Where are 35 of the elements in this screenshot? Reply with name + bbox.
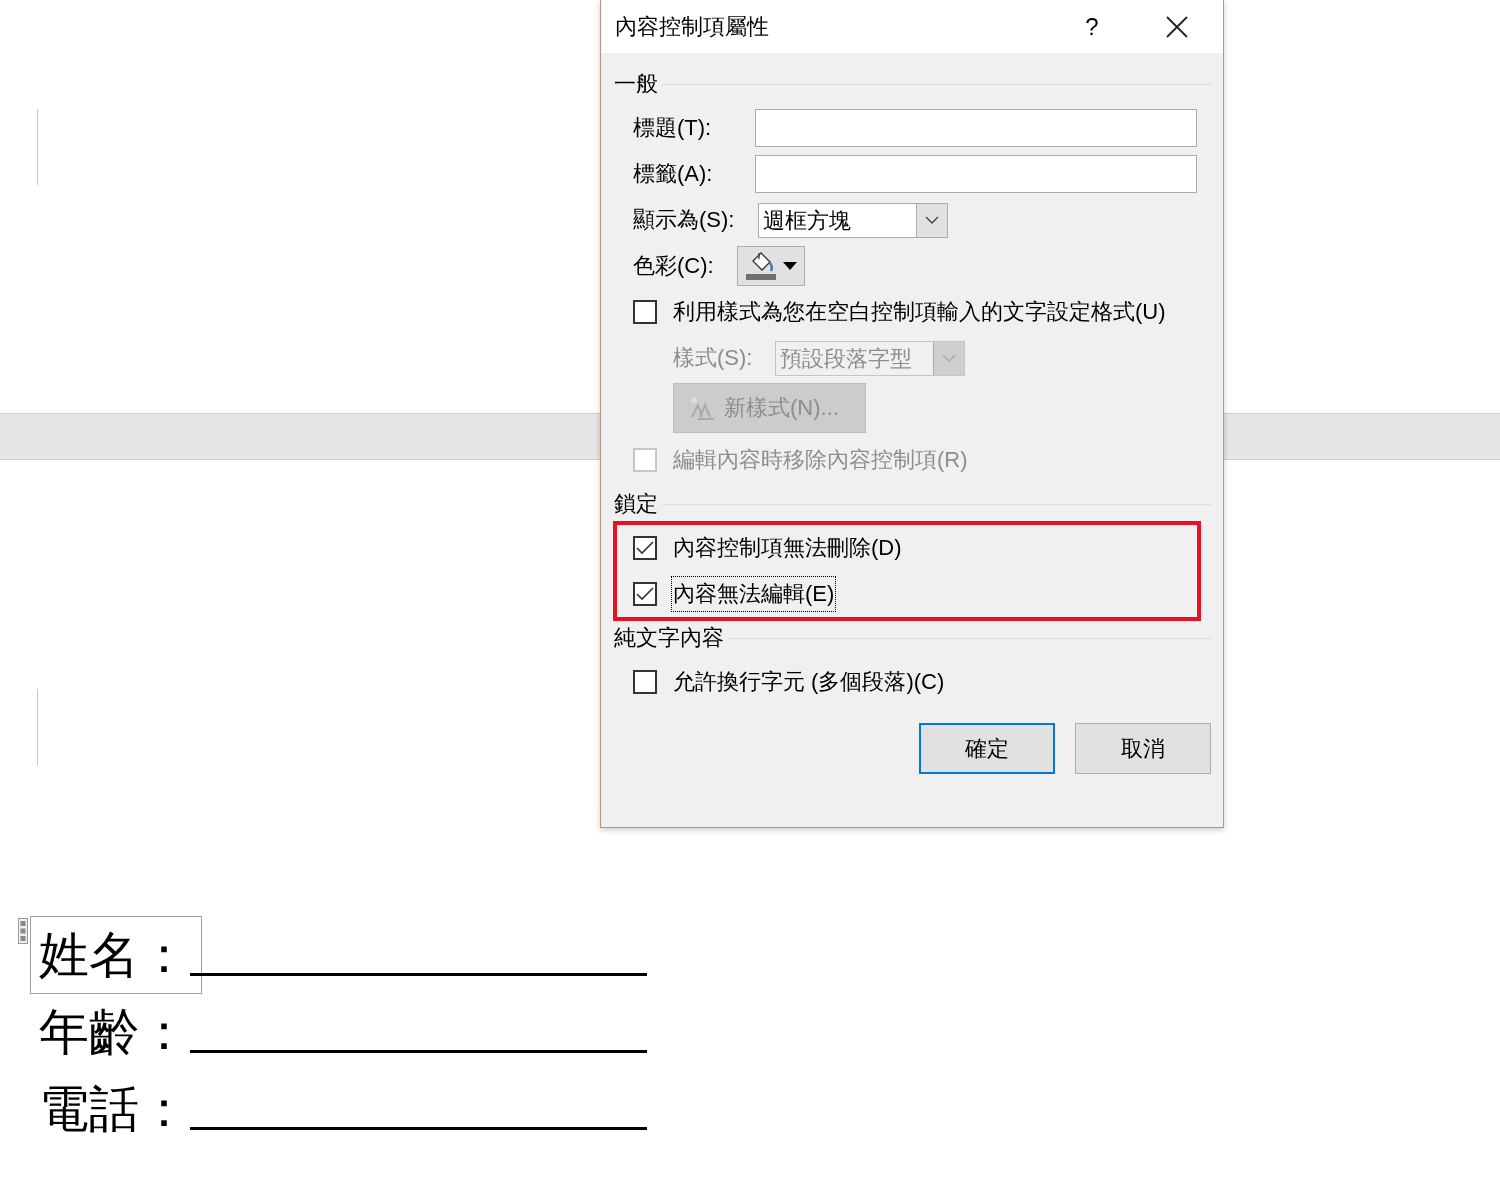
- checkbox[interactable]: [633, 536, 657, 560]
- new-style-icon: [688, 395, 716, 421]
- checkbox-label: 內容無法編輯(E): [671, 576, 837, 612]
- dropdown[interactable]: 週框方塊: [758, 202, 948, 238]
- dialog-button[interactable]: 取消: [1075, 723, 1211, 774]
- section-title: 鎖定: [614, 490, 658, 518]
- checkbox[interactable]: [633, 670, 657, 694]
- section-title: 純文字內容: [614, 624, 724, 652]
- drag-handle-icon[interactable]: [18, 918, 28, 944]
- field-label: 標題(T):: [633, 114, 713, 142]
- input-field[interactable]: [754, 155, 1197, 193]
- checkbox[interactable]: [633, 582, 657, 606]
- section-title: 一般: [614, 70, 658, 98]
- chevron-down-icon: [925, 216, 939, 224]
- checkbox-label: 編輯內容時移除內容控制項(R): [672, 446, 969, 474]
- field-label: 樣式(S):: [673, 344, 754, 372]
- field-label: 色彩(C):: [633, 252, 715, 280]
- checkbox-label: 允許換行字元 (多個段落)(C): [672, 668, 946, 696]
- checkbox-label: 利用樣式為您在空白控制項輸入的文字設定格式(U): [672, 298, 1167, 326]
- paint-bucket-icon: [745, 251, 777, 281]
- checkbox-label: 內容控制項無法刪除(D): [672, 534, 903, 562]
- field-label: 顯示為(S):: [633, 206, 736, 234]
- window-title: 內容控制項屬性: [615, 12, 770, 41]
- field-label: 標籤(A):: [633, 160, 714, 188]
- form-label: 姓名：: [30, 916, 202, 994]
- caret-down-icon: [783, 262, 797, 270]
- help-button[interactable]: ?: [1077, 12, 1107, 41]
- input-field[interactable]: [754, 109, 1197, 147]
- color-picker-button[interactable]: [737, 246, 805, 286]
- checkbox[interactable]: [633, 300, 657, 324]
- chevron-down-icon: [942, 354, 956, 362]
- form-label: 年齡：: [38, 1003, 190, 1062]
- form-label: 電話：: [38, 1080, 190, 1139]
- dialog-button[interactable]: 確定: [919, 723, 1055, 774]
- close-icon[interactable]: [1165, 14, 1189, 39]
